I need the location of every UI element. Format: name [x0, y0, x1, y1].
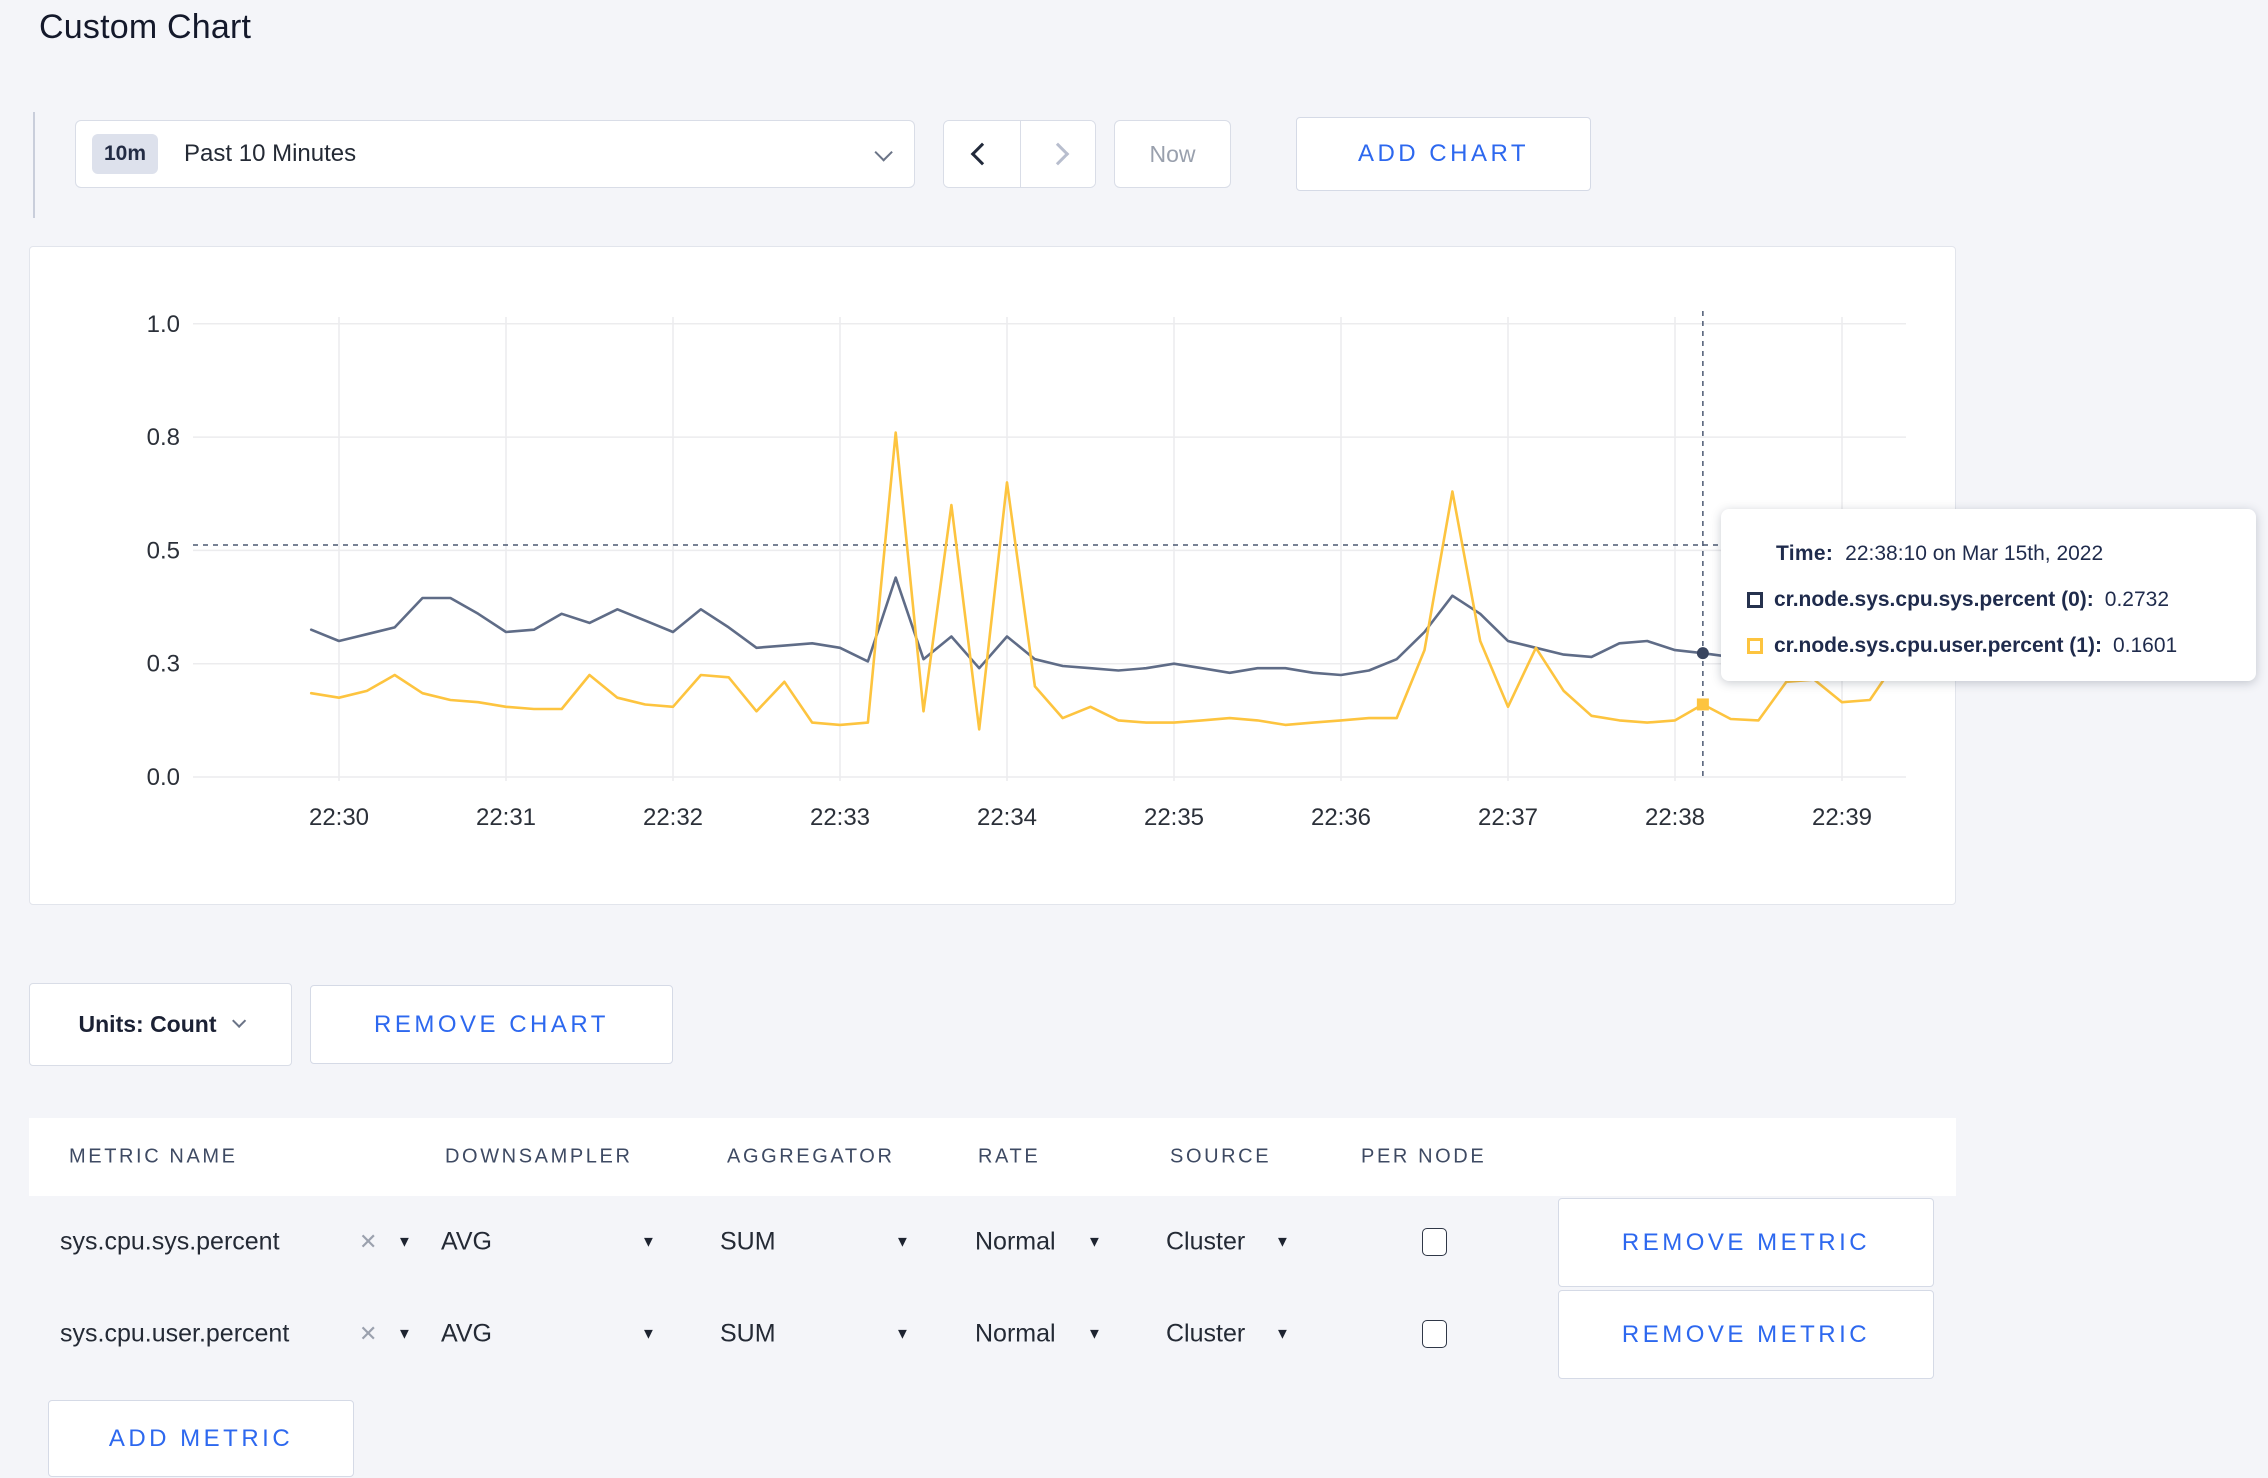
rate-caret-icon[interactable]: ▼ [1087, 1326, 1102, 1343]
col-header-per-node: PER NODE [1361, 1145, 1487, 1168]
tooltip-time-label: Time: [1776, 542, 1834, 565]
series-line-sys [309, 576, 1899, 677]
toolbar-left-divider [33, 112, 35, 218]
metric-name-value[interactable]: sys.cpu.user.percent [60, 1320, 289, 1349]
downsampler-select[interactable]: AVG [441, 1320, 492, 1349]
tooltip-series-row: cr.node.sys.cpu.user.percent (1): 0.1601 [1747, 626, 2228, 666]
hover-marker-user [1696, 698, 1709, 711]
remove-metric-button[interactable]: REMOVE METRIC [1558, 1290, 1934, 1379]
chevron-down-icon [232, 1013, 247, 1028]
y-tick-label: 0.8 [147, 424, 180, 451]
aggregator-caret-icon[interactable]: ▼ [895, 1234, 910, 1251]
col-header-rate: RATE [978, 1145, 1041, 1168]
x-tick-label: 22:30 [309, 804, 369, 831]
aggregator-caret-icon[interactable]: ▼ [895, 1326, 910, 1343]
per-node-checkbox[interactable] [1422, 1228, 1447, 1256]
next-time-button[interactable] [1019, 121, 1095, 187]
custom-chart-plot[interactable]: 0.0 0.3 0.5 0.8 1.0 22:30 22:31 22:32 22:33 22:34… [30, 247, 1957, 906]
metric-name-value[interactable]: sys.cpu.sys.percent [60, 1228, 280, 1257]
series-sys-legend-icon [1747, 592, 1763, 608]
units-dropdown[interactable]: Units: Count [29, 983, 292, 1066]
metrics-table-header: METRIC NAME DOWNSAMPLER AGGREGATOR RATE … [29, 1118, 1956, 1196]
chart-tooltip: Time: 22:38:10 on Mar 15th, 2022 cr.node… [1721, 509, 2256, 681]
x-tick-label: 22:32 [643, 804, 703, 831]
x-tick-label: 22:37 [1478, 804, 1538, 831]
tooltip-series-name: cr.node.sys.cpu.user.percent (1): [1774, 634, 2102, 657]
col-header-aggregator: AGGREGATOR [727, 1145, 895, 1168]
series-line-user [309, 431, 1899, 731]
tooltip-series-row: cr.node.sys.cpu.sys.percent (0): 0.2732 [1747, 580, 2228, 620]
time-window-badge: 10m [92, 134, 159, 174]
col-header-downsampler: DOWNSAMPLER [445, 1145, 633, 1168]
clear-metric-icon[interactable]: ✕ [359, 1321, 377, 1347]
tooltip-series-value: 0.2732 [2104, 588, 2170, 611]
y-tick-label: 0.0 [147, 764, 180, 791]
x-tick-label: 22:36 [1311, 804, 1371, 831]
rate-caret-icon[interactable]: ▼ [1087, 1234, 1102, 1251]
source-caret-icon[interactable]: ▼ [1275, 1234, 1290, 1251]
remove-chart-button[interactable]: REMOVE CHART [310, 985, 673, 1064]
chart-panel: 0.0 0.3 0.5 0.8 1.0 22:30 22:31 22:32 22:33 22:34… [29, 246, 1956, 905]
source-select[interactable]: Cluster [1166, 1320, 1245, 1349]
chevron-right-icon [1046, 142, 1070, 166]
downsampler-select[interactable]: AVG [441, 1228, 492, 1257]
aggregator-select[interactable]: SUM [720, 1228, 776, 1257]
chevron-left-icon [970, 142, 994, 166]
x-tick-label: 22:33 [810, 804, 870, 831]
units-label: Units: Count [78, 1011, 217, 1037]
hover-marker-sys [1696, 647, 1709, 660]
y-tick-label: 0.5 [147, 537, 180, 564]
x-tick-label: 22:38 [1645, 804, 1705, 831]
page-title: Custom Chart [39, 8, 252, 46]
downsampler-caret-icon[interactable]: ▼ [641, 1234, 656, 1251]
rate-select[interactable]: Normal [975, 1320, 1056, 1349]
col-header-source: SOURCE [1170, 1145, 1272, 1168]
x-tick-label: 22:39 [1812, 804, 1872, 831]
downsampler-caret-icon[interactable]: ▼ [641, 1326, 656, 1343]
time-nav-group [943, 120, 1096, 188]
x-tick-label: 22:31 [476, 804, 536, 831]
tooltip-series-value: 0.1601 [2112, 634, 2178, 657]
source-caret-icon[interactable]: ▼ [1275, 1326, 1290, 1343]
remove-metric-button[interactable]: REMOVE METRIC [1558, 1198, 1934, 1287]
tooltip-time-value: 22:38:10 on Mar 15th, 2022 [1845, 542, 2104, 565]
tooltip-time-row: Time: 22:38:10 on Mar 15th, 2022 [1747, 534, 2228, 574]
source-select[interactable]: Cluster [1166, 1228, 1245, 1257]
add-chart-button[interactable]: ADD CHART [1296, 117, 1591, 191]
x-tick-label: 22:34 [977, 804, 1037, 831]
col-header-metric-name: METRIC NAME [69, 1145, 238, 1168]
chevron-down-icon [874, 142, 893, 162]
rate-select[interactable]: Normal [975, 1228, 1056, 1257]
metric-name-select-caret-icon[interactable]: ▼ [397, 1234, 412, 1251]
add-metric-button[interactable]: ADD METRIC [48, 1400, 354, 1477]
aggregator-select[interactable]: SUM [720, 1320, 776, 1349]
tooltip-series-name: cr.node.sys.cpu.sys.percent (0): [1774, 588, 2094, 611]
metric-name-select-caret-icon[interactable]: ▼ [397, 1326, 412, 1343]
series-user-legend-icon [1747, 638, 1763, 654]
y-tick-label: 0.3 [147, 651, 180, 678]
time-window-dropdown[interactable]: 10m Past 10 Minutes [75, 120, 915, 188]
y-tick-label: 1.0 [147, 311, 180, 338]
now-button[interactable]: Now [1114, 120, 1231, 188]
prev-time-button[interactable] [944, 121, 1020, 187]
x-tick-label: 22:35 [1144, 804, 1204, 831]
per-node-checkbox[interactable] [1422, 1320, 1447, 1348]
time-window-label: Past 10 Minutes [184, 140, 357, 167]
clear-metric-icon[interactable]: ✕ [359, 1229, 377, 1255]
